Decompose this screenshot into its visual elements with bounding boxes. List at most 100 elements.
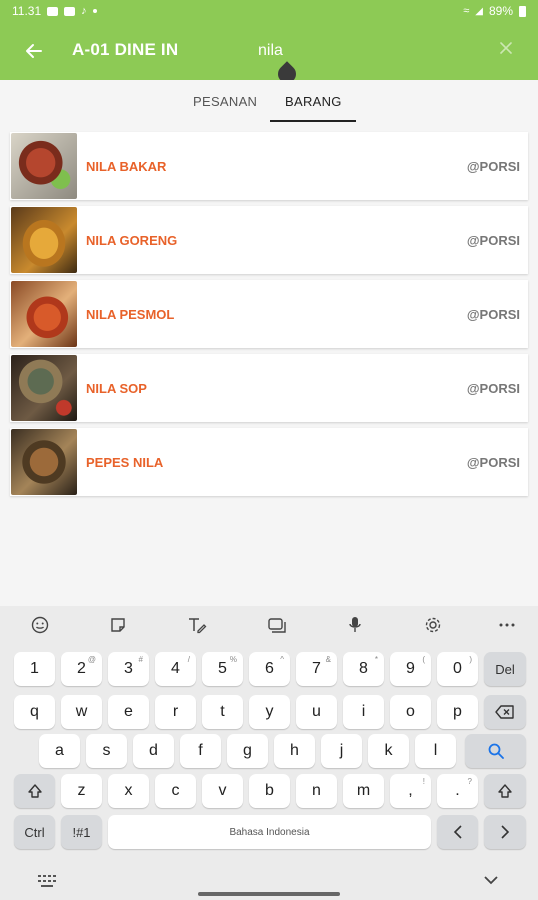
food-image (11, 207, 77, 273)
search-input[interactable] (258, 38, 478, 64)
key-2[interactable]: 2 @ (61, 652, 102, 686)
key-1[interactable]: 1 (14, 652, 55, 686)
key-label: 4 (171, 660, 180, 677)
key-y[interactable]: y (249, 695, 290, 729)
item-name: NILA GORENG (86, 233, 178, 248)
key-8[interactable]: 8 * (343, 652, 384, 686)
shift-icon (27, 784, 42, 798)
key-label: 3 (124, 660, 133, 677)
key-label: 5 (218, 660, 227, 677)
key-alt-label: ) (469, 655, 472, 664)
arrow-left-icon (26, 44, 42, 58)
backspace-icon (495, 705, 514, 719)
key-3[interactable]: 3 # (108, 652, 149, 686)
key-e[interactable]: e (108, 695, 149, 729)
key-j[interactable]: j (321, 734, 362, 768)
sticker-icon[interactable] (107, 615, 129, 635)
keyboard-toolbar (0, 606, 538, 644)
key-l[interactable]: l (415, 734, 456, 768)
more-options-icon[interactable] (496, 615, 518, 635)
key-c[interactable]: c (155, 774, 196, 808)
shift-button[interactable] (14, 774, 55, 808)
key-period[interactable]: .? (437, 774, 478, 808)
food-image (11, 355, 77, 421)
symbols-button[interactable]: !#1 (61, 815, 102, 849)
key-m[interactable]: m (343, 774, 384, 808)
ctrl-button[interactable]: Ctrl (14, 815, 55, 849)
key-n[interactable]: n (296, 774, 337, 808)
shift-right-button[interactable] (484, 774, 526, 808)
key-label: b (265, 782, 274, 799)
emoji-icon[interactable] (29, 615, 51, 635)
key-alt-label: % (229, 655, 237, 664)
key-f[interactable]: f (180, 734, 221, 768)
key-r[interactable]: r (155, 695, 196, 729)
key-alt-label: ( (422, 655, 425, 664)
page-title: A-01 DINE IN (72, 40, 179, 59)
key-b[interactable]: b (249, 774, 290, 808)
key-label: v (218, 782, 227, 799)
key-i[interactable]: i (343, 695, 384, 729)
key-label: o (406, 703, 415, 720)
microphone-icon[interactable] (344, 615, 366, 635)
key-s[interactable]: s (86, 734, 127, 768)
cursor-left-button[interactable] (437, 815, 478, 849)
key-d[interactable]: d (133, 734, 174, 768)
key-comma[interactable]: ,! (390, 774, 431, 808)
key-label: t (220, 703, 225, 720)
list-item[interactable]: NILA BAKAR @PORSI (10, 132, 528, 200)
key-0[interactable]: 0) (437, 652, 478, 686)
clear-search-button[interactable] (494, 36, 518, 60)
key-5[interactable]: 5% (202, 652, 243, 686)
youtube-icon (47, 6, 59, 16)
key-7[interactable]: 7 & (296, 652, 337, 686)
signal-icon: ◢ (475, 5, 483, 17)
backspace-button[interactable] (484, 695, 526, 729)
home-indicator[interactable] (198, 892, 340, 896)
key-o[interactable]: o (390, 695, 431, 729)
key-4[interactable]: 4/ (155, 652, 196, 686)
list-item[interactable]: PEPES NILA @PORSI (10, 428, 528, 496)
list-item[interactable]: NILA GORENG @PORSI (10, 206, 528, 274)
active-tab-indicator (270, 120, 356, 122)
search-key-button[interactable] (465, 734, 526, 768)
list-item[interactable]: NILA SOP @PORSI (10, 354, 528, 422)
key-a[interactable]: a (39, 734, 80, 768)
item-unit: @PORSI (466, 455, 520, 470)
key-z[interactable]: z (61, 774, 102, 808)
keyboard-grid-icon[interactable] (38, 874, 56, 892)
space-bar[interactable]: Bahasa Indonesia (108, 815, 431, 849)
tab-pesanan[interactable]: PESANAN (193, 94, 257, 109)
key-q[interactable]: q (14, 695, 55, 729)
key-label: 2 (77, 660, 86, 677)
cursor-right-button[interactable] (484, 815, 526, 849)
item-unit: @PORSI (466, 381, 520, 396)
key-9[interactable]: 9( (390, 652, 431, 686)
key-alt-label: ! (422, 777, 425, 786)
key-label: e (124, 703, 133, 720)
gallery-icon (64, 6, 76, 16)
hide-keyboard-chevron-down-icon[interactable] (484, 872, 498, 890)
tab-barang[interactable]: BARANG (285, 94, 342, 109)
search-icon (488, 743, 504, 759)
key-alt-label: # (138, 655, 143, 664)
key-p[interactable]: p (437, 695, 478, 729)
list-item[interactable]: NILA PESMOL @PORSI (10, 280, 528, 348)
key-x[interactable]: x (108, 774, 149, 808)
key-v[interactable]: v (202, 774, 243, 808)
key-g[interactable]: g (227, 734, 268, 768)
key-t[interactable]: t (202, 695, 243, 729)
settings-gear-icon[interactable] (422, 615, 444, 635)
key-w[interactable]: w (61, 695, 102, 729)
food-image (11, 133, 77, 199)
handwriting-icon[interactable] (186, 615, 208, 635)
key-6[interactable]: 6 ^ (249, 652, 290, 686)
key-k[interactable]: k (368, 734, 409, 768)
key-label: 7 (312, 660, 321, 677)
back-button[interactable] (18, 36, 48, 66)
clipboard-icon[interactable] (266, 615, 288, 635)
key-u[interactable]: u (296, 695, 337, 729)
delete-button[interactable]: Del (484, 652, 526, 686)
key-h[interactable]: h (274, 734, 315, 768)
key-label: Bahasa Indonesia (229, 826, 310, 838)
